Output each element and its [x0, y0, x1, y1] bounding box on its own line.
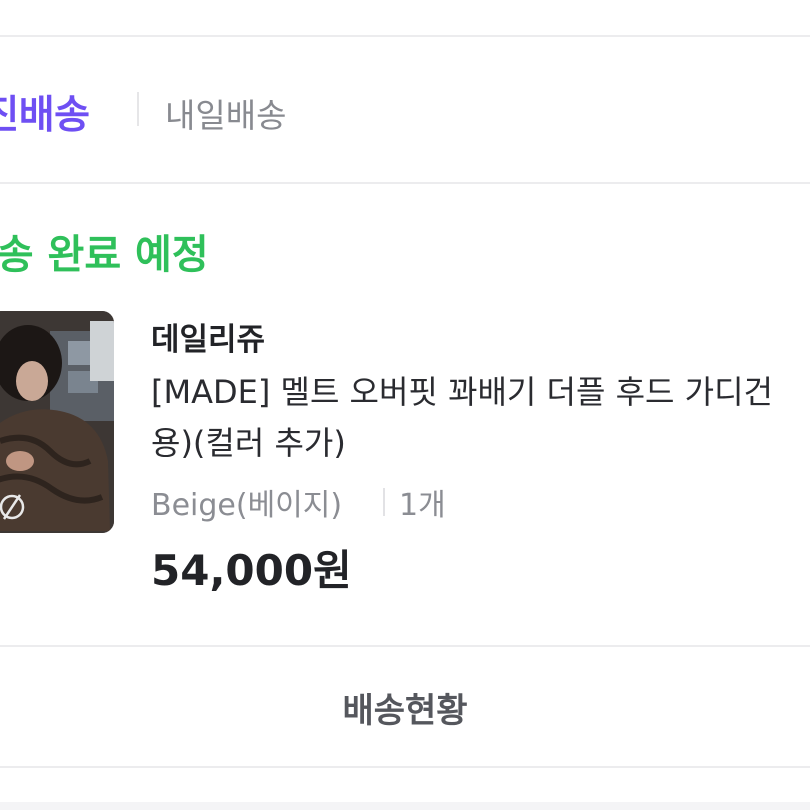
product-name-line1[interactable]: [MADE] 멜트 오버핏 꽈배기 더플 후드 가디건	[151, 366, 810, 418]
tab-tomorrow-shipping[interactable]: 내일배송	[165, 89, 286, 137]
card-bottom-gap	[0, 802, 810, 810]
product-price: 54,000원	[151, 546, 352, 595]
option-separator	[383, 488, 385, 516]
product-quantity: 1개	[399, 488, 446, 523]
order-status-label: 발송 완료 예정	[0, 232, 209, 278]
button-top-divider	[0, 645, 810, 647]
button-bottom-divider	[0, 766, 810, 768]
shipping-tabs: 직진배송 내일배송	[0, 78, 810, 142]
track-shipping-button[interactable]: 배송현황	[0, 648, 810, 766]
order-card-page: 직진배송 내일배송 발송 완료 예정 데일리쥬 [MADE] 멜트 오버핏 꽈배…	[0, 0, 810, 810]
track-shipping-label: 배송현황	[342, 690, 468, 731]
tab-separator	[137, 92, 139, 126]
product-photo	[0, 311, 114, 533]
store-name[interactable]: 데일리쥬	[151, 314, 265, 359]
product-thumbnail[interactable]	[0, 311, 114, 533]
section-divider	[0, 182, 810, 184]
product-name-line2[interactable]: 용)(컬러 추가)	[151, 418, 346, 464]
tab-direct-shipping[interactable]: 직진배송	[0, 84, 90, 140]
top-divider	[0, 35, 810, 37]
product-option: Beige(베이지)	[151, 488, 343, 523]
